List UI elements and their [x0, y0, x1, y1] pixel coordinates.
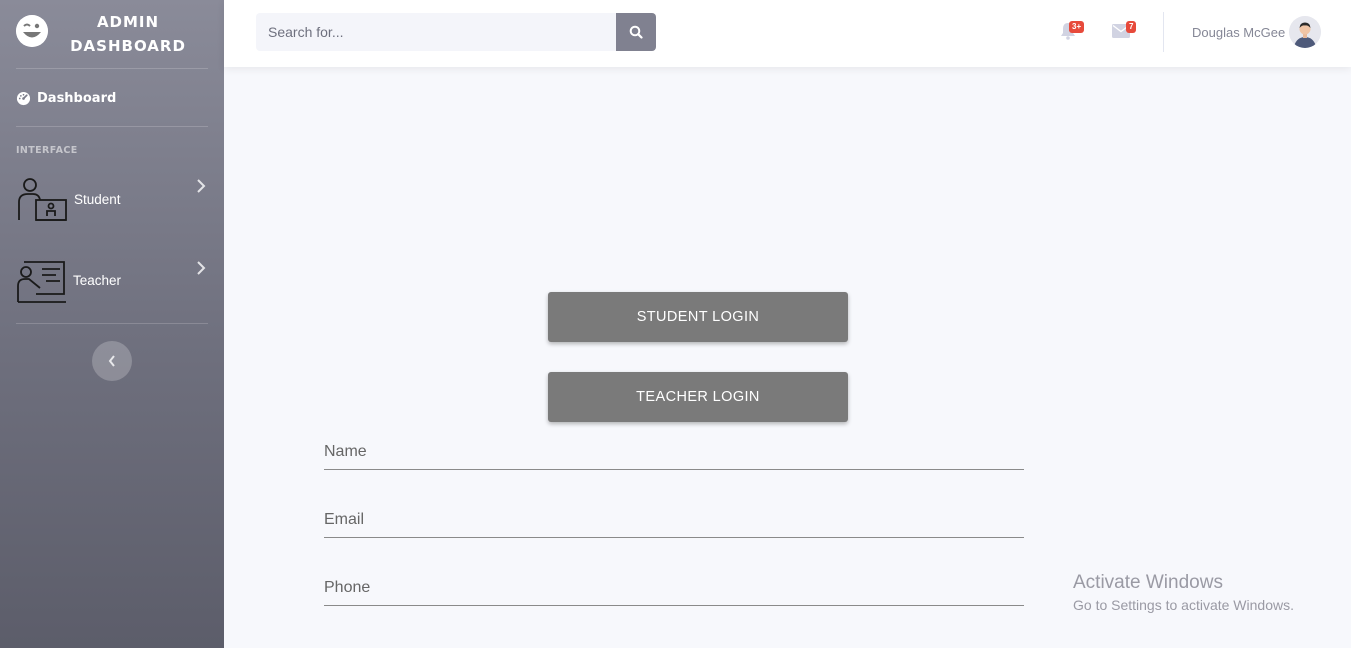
sidebar-divider: [16, 126, 208, 127]
email-input[interactable]: [324, 498, 1024, 537]
student-desk-icon: [16, 176, 68, 229]
chevron-right-icon: [196, 261, 206, 280]
phone-input[interactable]: [324, 566, 1024, 605]
name-field: [324, 430, 1024, 470]
brand-text: ADMIN DASHBOARD: [60, 10, 196, 58]
name-input[interactable]: [324, 430, 1024, 469]
student-login-button[interactable]: STUDENT LOGIN: [548, 292, 848, 342]
sidebar-heading: INTERFACE: [16, 145, 78, 156]
alerts-badge: 3+: [1069, 21, 1085, 33]
search-button[interactable]: [616, 13, 656, 51]
wink-face-logo-icon: [16, 15, 48, 47]
sidebar-item-dashboard[interactable]: Dashboard: [16, 88, 116, 108]
topbar: 3+ 7 Douglas McGee: [224, 0, 1351, 67]
user-avatar[interactable]: [1289, 16, 1321, 48]
messages-badge: 7: [1126, 21, 1137, 33]
search-input[interactable]: [256, 13, 616, 51]
search-icon: [629, 25, 643, 39]
messages-button[interactable]: 7: [1112, 21, 1137, 43]
topbar-divider: [1163, 12, 1164, 52]
chevron-left-icon: [108, 355, 115, 367]
brand-line-2: DASHBOARD: [70, 37, 186, 55]
teacher-board-icon: [16, 258, 68, 311]
sidebar-item-label: Dashboard: [37, 90, 117, 106]
tachometer-icon: [16, 91, 31, 105]
sidebar-item-label: Teacher: [73, 273, 122, 288]
sidebar-toggle-button[interactable]: [92, 341, 132, 381]
phone-field: [324, 566, 1024, 606]
search-bar: [256, 13, 656, 51]
sidebar-divider: [16, 68, 208, 69]
alerts-button[interactable]: 3+: [1060, 21, 1085, 45]
sidebar-item-student[interactable]: Student: [0, 176, 224, 236]
chevron-right-icon: [196, 179, 206, 198]
sidebar-item-teacher[interactable]: Teacher: [0, 258, 224, 318]
sidebar: ADMIN DASHBOARD Dashboard INTERFACE Stud…: [0, 0, 224, 648]
brand-line-1: ADMIN: [96, 13, 160, 31]
teacher-login-button[interactable]: TEACHER LOGIN: [548, 372, 848, 422]
sidebar-item-label: Student: [74, 192, 121, 207]
watermark-subtitle: Go to Settings to activate Windows.: [1073, 597, 1294, 613]
sidebar-divider: [16, 323, 208, 324]
email-field: [324, 498, 1024, 538]
activate-windows-watermark: Activate Windows Go to Settings to activ…: [1073, 572, 1294, 613]
user-name[interactable]: Douglas McGee: [1192, 25, 1285, 40]
watermark-title: Activate Windows: [1073, 572, 1223, 593]
brand[interactable]: ADMIN DASHBOARD: [0, 0, 224, 68]
